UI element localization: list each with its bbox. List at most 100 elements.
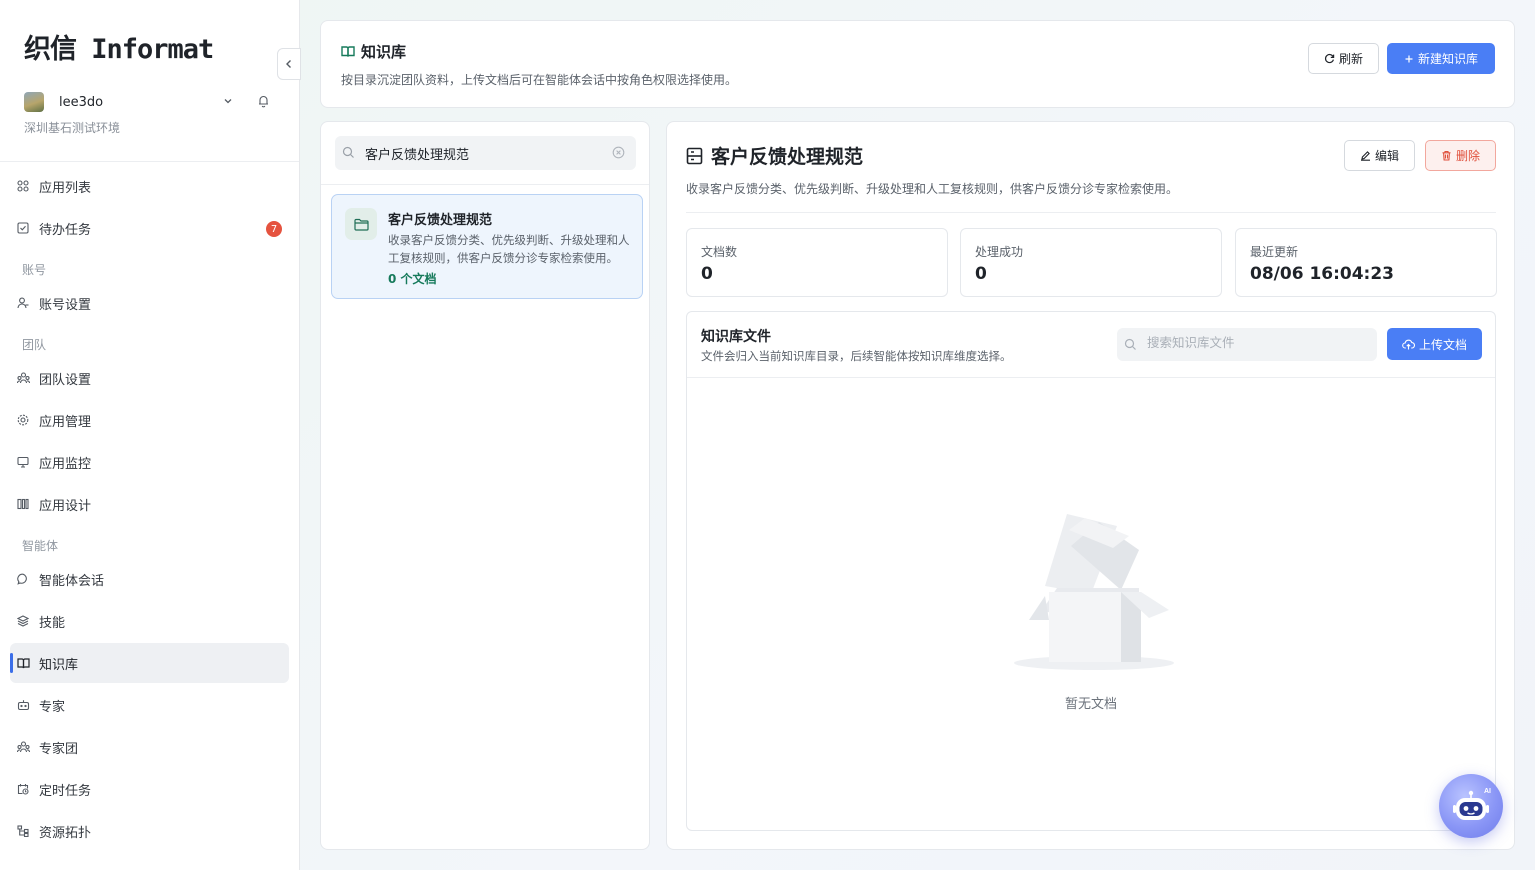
sidebar-item-label: 待办任务	[39, 222, 92, 238]
brand-logo[interactable]: 织信 Informat	[24, 28, 214, 65]
files-description: 文件会归入当前知识库目录，后续智能体按知识库维度选择。	[701, 349, 1012, 363]
detail-title-text: 客户反馈处理规范	[711, 146, 864, 168]
edit-icon	[1360, 150, 1371, 161]
username: lee3do	[59, 94, 104, 110]
user-switcher[interactable]: lee3do	[24, 90, 274, 114]
sidebar: 织信 Informat lee3do 深圳基石测试环境 应用列表 待办任务 7 …	[0, 0, 301, 870]
refresh-button[interactable]: 刷新	[1308, 43, 1379, 74]
todo-count-badge: 7	[266, 221, 282, 237]
sidebar-item-label: 专家	[39, 699, 66, 715]
ai-assistant-button[interactable]: AI	[1439, 774, 1503, 838]
stat-label: 文档数	[701, 245, 738, 259]
cloud-upload-icon	[1402, 339, 1415, 350]
sidebar-item-label: 智能体会话	[39, 573, 105, 589]
sidebar-item-knowledge-base[interactable]: 知识库	[10, 643, 289, 683]
sidebar-item-label: 应用监控	[39, 456, 92, 472]
refresh-label: 刷新	[1338, 52, 1363, 66]
search-icon	[1124, 338, 1137, 355]
stat-value: 0	[701, 264, 713, 284]
empty-box-illustration	[1009, 508, 1179, 678]
sidebar-item-skills[interactable]: 技能	[10, 601, 289, 641]
monitor-icon	[16, 455, 30, 469]
files-title: 知识库文件	[701, 329, 771, 345]
book-open-icon	[16, 656, 30, 670]
detail-title: 客户反馈处理规范	[686, 142, 863, 169]
knowledge-base-doc-count: 0 个文档	[388, 272, 437, 286]
edit-button[interactable]: 编辑	[1344, 140, 1415, 171]
stat-card-doc-count: 文档数 0	[686, 228, 948, 297]
knowledge-base-list-item[interactable]: 客户反馈处理规范 收录客户反馈分类、优先级判断、升级处理和人工复核规则，供客户反…	[331, 194, 643, 299]
stat-card-processed: 处理成功 0	[960, 228, 1222, 297]
search-icon	[342, 146, 355, 163]
layers-icon	[16, 614, 30, 628]
sidebar-item-todo[interactable]: 待办任务 7	[10, 208, 289, 248]
chat-bubble-icon	[16, 572, 30, 586]
sidebar-item-experts[interactable]: 专家	[10, 685, 289, 725]
sidebar-item-label: 账号设置	[39, 297, 92, 313]
stat-label: 最近更新	[1250, 245, 1299, 259]
delete-button[interactable]: 删除	[1425, 140, 1496, 171]
knowledge-base-search-input[interactable]	[365, 145, 605, 161]
chevron-down-icon[interactable]	[223, 95, 233, 110]
user-icon	[16, 296, 30, 310]
refresh-icon	[1324, 53, 1335, 64]
clear-search-icon[interactable]	[612, 146, 625, 163]
stat-value: 08/06 16:04:23	[1250, 264, 1395, 284]
svg-text:AI: AI	[1484, 788, 1491, 795]
detail-description: 收录客户反馈分类、优先级判断、升级处理和人工复核规则，供客户反馈分诊专家检索使用…	[686, 182, 1179, 196]
section-label-team: 团队	[22, 338, 47, 352]
sidebar-item-app-design[interactable]: 应用设计	[10, 484, 289, 524]
sidebar-item-label: 知识库	[39, 657, 79, 673]
sidebar-item-resource-topology[interactable]: 资源拓扑	[10, 811, 289, 851]
upload-document-button[interactable]: 上传文档	[1387, 328, 1482, 360]
divider	[321, 184, 649, 185]
sidebar-item-label: 资源拓扑	[39, 825, 92, 841]
page-title: 知识库	[341, 41, 406, 62]
sidebar-item-account-settings[interactable]: 账号设置	[10, 283, 289, 323]
sidebar-item-app-management[interactable]: 应用管理	[10, 400, 289, 440]
sidebar-item-label: 技能	[39, 615, 66, 631]
folder-icon	[345, 208, 377, 240]
empty-state-text: 暂无文档	[1064, 697, 1117, 712]
sidebar-item-label: 应用管理	[39, 414, 92, 430]
topology-icon	[16, 824, 30, 838]
sidebar-item-agent-chat[interactable]: 智能体会话	[10, 559, 289, 599]
sidebar-item-label: 团队设置	[39, 372, 92, 388]
sidebar-collapse-button[interactable]	[277, 48, 301, 80]
page-header: 知识库 按目录沉淀团队资料，上传文档后可在智能体会话中按角色权限选择使用。 刷新…	[320, 20, 1515, 108]
group-icon	[16, 740, 30, 754]
divider	[0, 161, 299, 162]
knowledge-base-description: 收录客户反馈分类、优先级判断、升级处理和人工复核规则，供客户反馈分诊专家检索使用…	[388, 233, 630, 265]
knowledge-base-search[interactable]	[335, 136, 636, 170]
database-icon	[686, 147, 703, 164]
bell-icon[interactable]	[257, 94, 270, 112]
chevron-left-icon	[286, 60, 291, 68]
edit-label: 编辑	[1374, 149, 1399, 163]
page-description: 按目录沉淀团队资料，上传文档后可在智能体会话中按角色权限选择使用。	[341, 73, 738, 87]
knowledge-base-files: 知识库文件 文件会归入当前知识库目录，后续智能体按知识库维度选择。 上传文档	[686, 311, 1496, 831]
sidebar-item-app-list[interactable]: 应用列表	[10, 166, 289, 206]
grid-icon	[16, 179, 30, 193]
team-icon	[16, 371, 30, 385]
page-title-text: 知识库	[361, 43, 407, 61]
knowledge-base-detail-panel: 客户反馈处理规范 收录客户反馈分类、优先级判断、升级处理和人工复核规则，供客户反…	[666, 121, 1515, 850]
knowledge-base-list-panel: 客户反馈处理规范 收录客户反馈分类、优先级判断、升级处理和人工复核规则，供客户反…	[320, 121, 650, 850]
file-search[interactable]	[1117, 328, 1377, 361]
checkbox-icon	[16, 221, 30, 235]
sidebar-item-app-monitor[interactable]: 应用监控	[10, 442, 289, 482]
robot-assistant-icon: AI	[1453, 788, 1491, 820]
sidebar-item-expert-groups[interactable]: 专家团	[10, 727, 289, 767]
plus-icon	[1404, 54, 1414, 64]
upload-document-label: 上传文档	[1418, 337, 1467, 352]
new-knowledge-base-button[interactable]: 新建知识库	[1387, 43, 1495, 74]
sidebar-item-team-settings[interactable]: 团队设置	[10, 358, 289, 398]
file-search-input[interactable]	[1147, 335, 1367, 350]
stat-label: 处理成功	[975, 245, 1024, 259]
sidebar-item-scheduled-tasks[interactable]: 定时任务	[10, 769, 289, 809]
divider	[686, 212, 1496, 213]
environment-label: 深圳基石测试环境	[24, 121, 121, 135]
delete-label: 删除	[1455, 149, 1480, 163]
design-icon	[16, 497, 30, 511]
book-open-icon	[341, 46, 355, 57]
new-knowledge-base-label: 新建知识库	[1417, 52, 1478, 66]
